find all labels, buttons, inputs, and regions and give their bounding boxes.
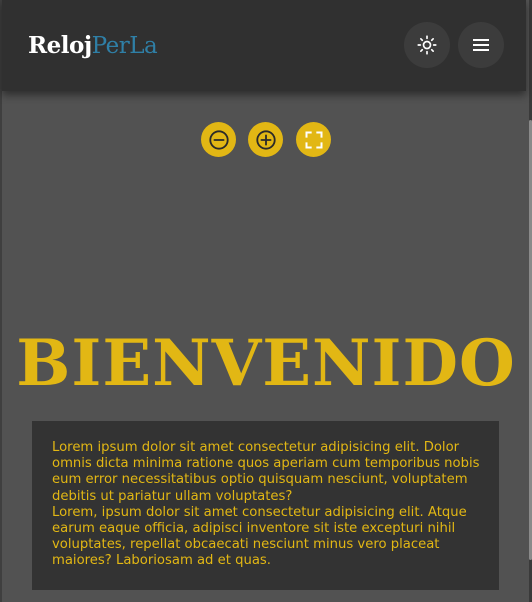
- zoom-out-icon: [208, 129, 229, 150]
- logo-text-secondary: PerLa: [91, 33, 158, 59]
- intro-paragraph-1: Lorem ipsum dolor sit amet consectetur a…: [52, 440, 480, 504]
- zoom-in-icon: [255, 129, 276, 150]
- zoom-in-button[interactable]: [248, 122, 283, 157]
- zoom-out-button[interactable]: [201, 122, 236, 157]
- fullscreen-button[interactable]: [296, 122, 331, 157]
- intro-paragraph-2: Lorem, ipsum dolor sit amet consectetur …: [52, 504, 467, 569]
- sun-icon: [417, 35, 437, 55]
- intro-text-box: Lorem ipsum dolor sit amet consectetur a…: [32, 421, 499, 590]
- fullscreen-icon: [305, 131, 322, 148]
- page: RelojPerLa BIENVENIDO Lorem ipsum dolor …: [0, 0, 532, 602]
- zoom-controls: [0, 122, 532, 158]
- site-logo[interactable]: RelojPerLa: [28, 31, 158, 61]
- site-header: RelojPerLa: [2, 0, 526, 91]
- theme-toggle-button[interactable]: [404, 22, 450, 68]
- welcome-title: BIENVENIDO: [16, 326, 516, 401]
- hamburger-menu-icon: [473, 39, 489, 51]
- logo-text-primary: Reloj: [28, 32, 92, 59]
- menu-button[interactable]: [458, 22, 504, 68]
